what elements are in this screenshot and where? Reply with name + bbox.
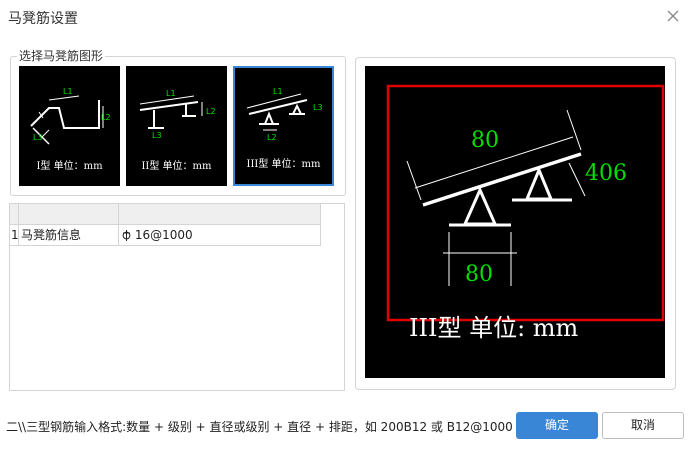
dim-ext: [566, 109, 582, 151]
row-value-cell[interactable]: 16@1000: [122, 225, 318, 245]
right-leg: [524, 166, 554, 201]
close-icon[interactable]: [665, 8, 681, 24]
dim-top-label: 80: [471, 128, 499, 153]
rebar-grade-icon: [122, 230, 131, 241]
type-2-label: II型 单位：mm: [141, 161, 212, 172]
row-name: 马凳筋信息: [21, 228, 82, 242]
preview-caption: III型 单位: mm: [409, 314, 579, 342]
top-bar: [422, 152, 582, 207]
cancel-button[interactable]: 取消: [602, 412, 684, 439]
type-2-dim-l2: L2: [206, 107, 216, 116]
dim-ext: [406, 160, 422, 201]
dim-line-right: [568, 162, 586, 197]
type-3-dim-l1: L1: [273, 87, 283, 96]
input-format-hint: 二\\三型钢筋输入格式:数量 + 级别 + 直径或级别 + 直径 + 排距，如 …: [6, 420, 513, 434]
grid-divider: [320, 204, 321, 246]
dim-bottom-label: 80: [465, 262, 493, 287]
shape-thumb-type-1[interactable]: L1 L2 L3 I型 单位：mm: [19, 66, 120, 186]
row-value: 16@1000: [131, 228, 193, 242]
preview-drawing: 80 406 80 III型 单位: mm: [386, 84, 665, 342]
type-3-dim-l3: L3: [313, 103, 323, 112]
type-3-label: III型 单位：mm: [246, 159, 321, 170]
property-grid: 1 马凳筋信息 16@1000: [9, 203, 345, 391]
shape-group-legend: 选择马凳筋图形: [17, 47, 106, 64]
shape-thumb-type-2[interactable]: L1 L2 L3 II型 单位：mm: [126, 66, 227, 186]
grid-row-line: [10, 245, 320, 246]
type-2-dim-l1: L1: [166, 89, 176, 98]
grid-header: [10, 204, 320, 225]
ok-button[interactable]: 确定: [516, 412, 598, 439]
shape-thumb-type-3[interactable]: L1 L3 L2 III型 单位：mm: [233, 66, 334, 186]
dialog-title: 马凳筋设置: [8, 11, 78, 27]
left-leg: [462, 186, 498, 226]
dim-right-label: 406: [585, 161, 627, 186]
type-1-dim-l1: L1: [63, 87, 73, 96]
type-1-dim-l3: L3: [33, 133, 43, 142]
type-2-dim-l3: L3: [152, 131, 162, 140]
grid-divider: [118, 204, 119, 246]
row-index: 1: [11, 228, 19, 242]
type-1-label: I型 单位：mm: [36, 161, 103, 172]
type-3-dim-l2: L2: [267, 133, 277, 142]
type-1-dim-l2: L2: [101, 113, 111, 122]
preview-canvas: 80 406 80 III型 单位: mm: [365, 66, 665, 378]
